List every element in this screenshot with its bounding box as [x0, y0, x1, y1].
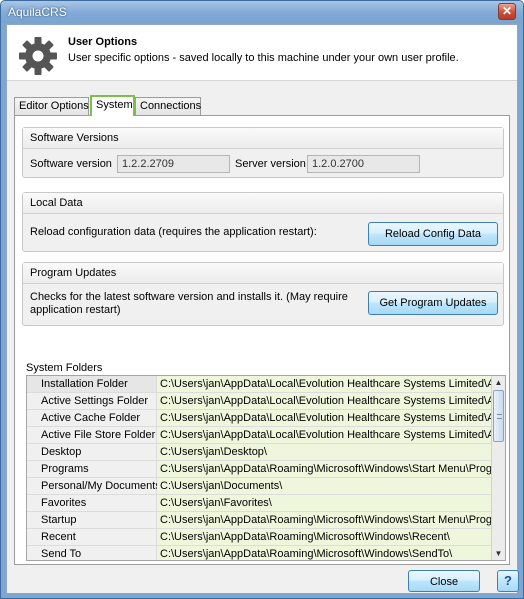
program-updates-description-line2: application restart) [30, 304, 121, 316]
system-tab-panel: Software Versions Software version 1.2.2… [14, 115, 510, 565]
software-versions-group: Software Versions Software version 1.2.2… [22, 127, 504, 178]
scroll-up-arrow-icon[interactable]: ▲ [492, 376, 505, 389]
tab-editor-options[interactable]: Editor Options [14, 97, 89, 115]
program-updates-description: Checks for the latest software version a… [30, 291, 350, 317]
scroll-grip-icon [497, 414, 502, 419]
system-folders-label: System Folders [26, 362, 103, 374]
table-row[interactable]: Installation Folder C:\Users\jan\AppData\… [27, 376, 491, 393]
scroll-down-arrow-icon[interactable]: ▼ [492, 547, 505, 560]
folder-path-cell[interactable]: C:\Users\jan\AppData\Roaming\Microsoft\W… [157, 546, 491, 560]
software-version-label: Software version [30, 158, 112, 170]
app-window: AquilaCRS ✕ User Options User specific o… [0, 0, 524, 599]
program-updates-group: Program Updates Checks for the latest so… [22, 262, 504, 326]
server-version-field[interactable]: 1.2.0.2700 [307, 155, 420, 173]
table-row[interactable]: Active File Store Folder C:\Users\jan\App… [27, 427, 491, 444]
folder-name-cell: Recent [27, 529, 157, 545]
gear-icon [19, 37, 57, 75]
tab-connections[interactable]: Connections [135, 97, 201, 115]
dialog-client: User Options User specific options - sav… [6, 24, 519, 594]
program-updates-title: Program Updates [23, 263, 503, 284]
folder-name-cell: Favorites [27, 495, 157, 511]
folder-path-cell[interactable]: C:\Users\jan\AppData\Roaming\Microsoft\W… [157, 512, 491, 528]
folder-path-cell[interactable]: C:\Users\jan\Favorites\ [157, 495, 491, 511]
scroll-thumb[interactable] [493, 390, 504, 442]
vertical-scrollbar[interactable]: ▲ ▼ [491, 376, 505, 560]
local-data-group: Local Data Reload configuration data (re… [22, 192, 504, 252]
server-version-label: Server version [235, 158, 306, 170]
window-close-button[interactable]: ✕ [498, 3, 516, 20]
system-folders-grid[interactable]: Installation Folder C:\Users\jan\AppData\… [26, 375, 506, 561]
folder-path-cell[interactable]: C:\Users\jan\AppData\Local\Evolution Hea… [157, 376, 491, 392]
folder-name-cell: Desktop [27, 444, 157, 460]
local-data-description: Reload configuration data (requires the … [30, 226, 317, 238]
folder-path-cell[interactable]: C:\Users\jan\AppData\Local\Evolution Hea… [157, 427, 491, 443]
table-row[interactable]: Favorites C:\Users\jan\Favorites\ [27, 495, 491, 512]
dialog-header: User Options User specific options - sav… [7, 25, 517, 81]
reload-config-button[interactable]: Reload Config Data [368, 222, 498, 246]
folder-name-cell: Installation Folder [27, 376, 157, 392]
program-updates-description-line1: Checks for the latest software version a… [30, 291, 348, 303]
folder-name-cell: Personal/My Documents [27, 478, 161, 494]
folder-path-cell[interactable]: C:\Users\jan\AppData\Local\Evolution Hea… [157, 393, 491, 409]
folder-name-cell: Send To [27, 546, 157, 560]
local-data-title: Local Data [23, 193, 503, 214]
table-row[interactable]: Active Settings Folder C:\Users\jan\AppDa… [27, 393, 491, 410]
software-version-field[interactable]: 1.2.2.2709 [117, 155, 230, 173]
dialog-title: User Options [68, 36, 138, 48]
folder-path-cell[interactable]: C:\Users\jan\AppData\Roaming\Microsoft\W… [157, 461, 491, 477]
title-bar[interactable]: AquilaCRS ✕ [1, 1, 523, 23]
table-row[interactable]: Desktop C:\Users\jan\Desktop\ [27, 444, 491, 461]
folder-path-cell[interactable]: C:\Users\jan\AppData\Local\Evolution Hea… [157, 410, 491, 426]
close-button[interactable]: Close [408, 570, 480, 592]
table-row[interactable]: Personal/My Documents C:\Users\jan\Docume… [27, 478, 491, 495]
table-row[interactable]: Startup C:\Users\jan\AppData\Roaming\Micr… [27, 512, 491, 529]
tab-system[interactable]: System [90, 95, 135, 116]
folder-path-cell[interactable]: C:\Users\jan\AppData\Roaming\Microsoft\W… [157, 529, 491, 545]
table-row[interactable]: Programs C:\Users\jan\AppData\Roaming\Mic… [27, 461, 491, 478]
table-row[interactable]: Active Cache Folder C:\Users\jan\AppData\… [27, 410, 491, 427]
dialog-subtitle: User specific options - saved locally to… [68, 52, 459, 64]
window-title: AquilaCRS [8, 5, 67, 19]
folder-name-cell: Programs [27, 461, 157, 477]
software-versions-title: Software Versions [23, 128, 503, 149]
folder-name-cell: Active File Store Folder [27, 427, 157, 443]
help-icon[interactable]: ? [497, 570, 519, 592]
table-row[interactable]: Send To C:\Users\jan\AppData\Roaming\Micr… [27, 546, 491, 560]
table-row[interactable]: Recent C:\Users\jan\AppData\Roaming\Micro… [27, 529, 491, 546]
folder-path-cell[interactable]: C:\Users\jan\Desktop\ [157, 444, 491, 460]
folder-name-cell: Active Cache Folder [27, 410, 157, 426]
folder-path-cell[interactable]: C:\Users\jan\Documents\ [157, 478, 491, 494]
get-program-updates-button[interactable]: Get Program Updates [368, 291, 498, 315]
folder-name-cell: Active Settings Folder [27, 393, 157, 409]
folder-name-cell: Startup [27, 512, 157, 528]
